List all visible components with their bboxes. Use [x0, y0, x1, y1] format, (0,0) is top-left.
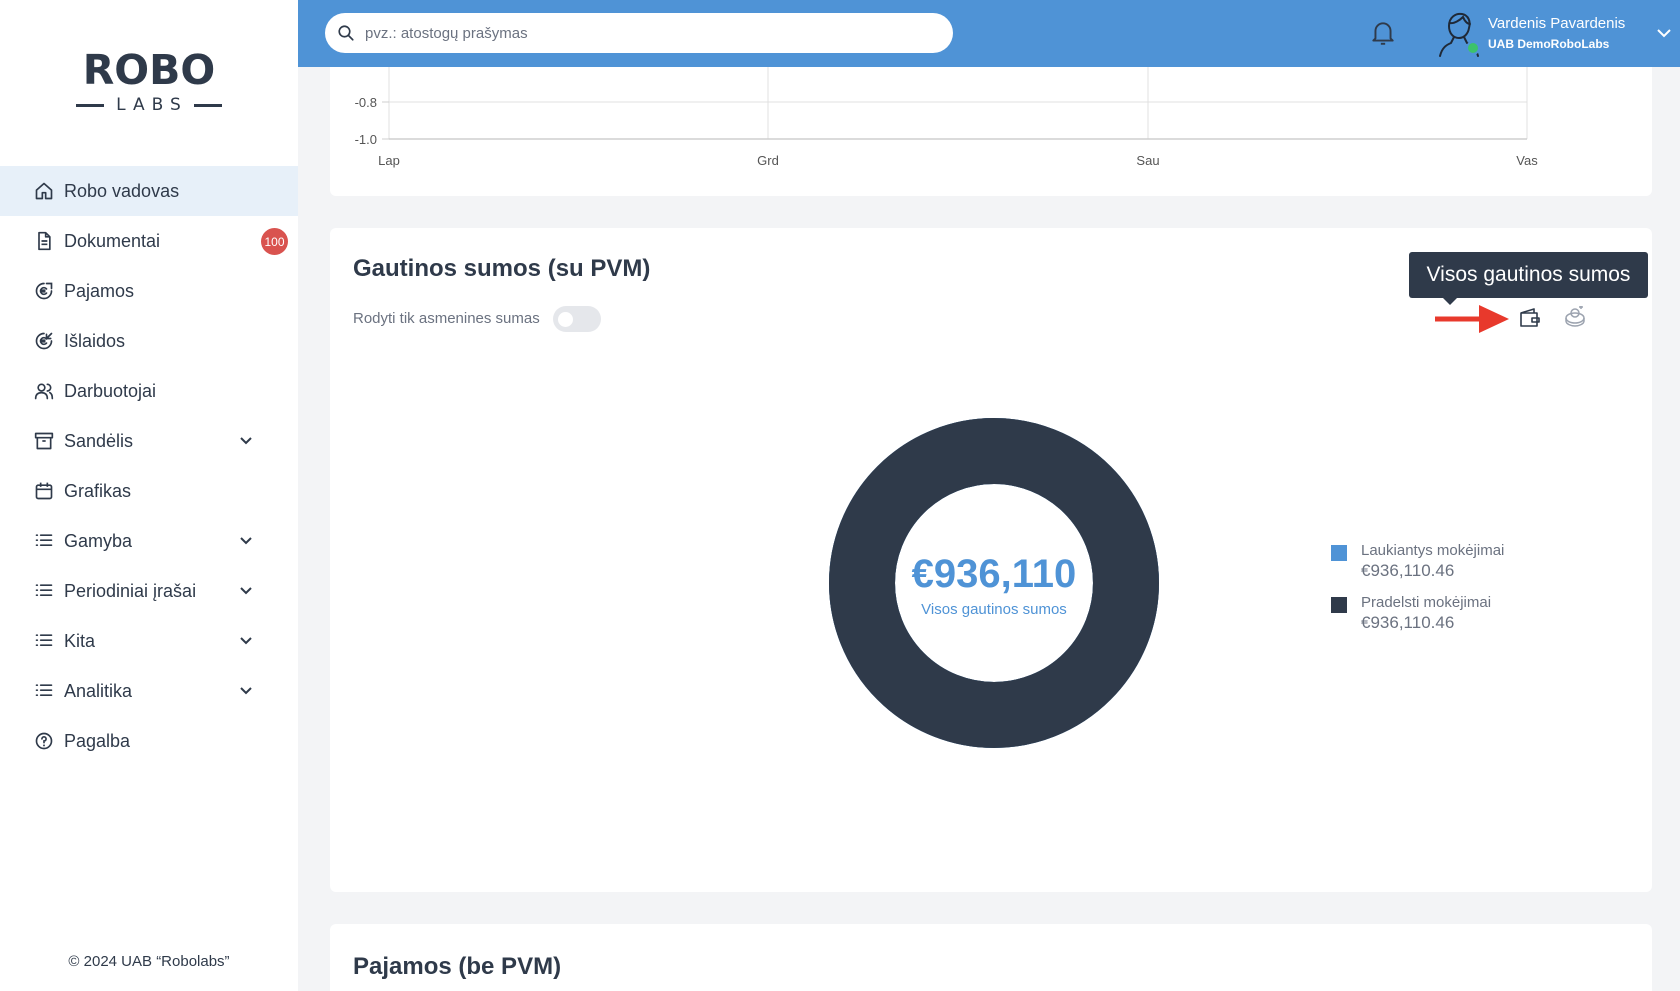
chevron-down-icon[interactable]: [1656, 26, 1672, 40]
chevron-down-icon[interactable]: [238, 433, 254, 449]
y-tick-label: -1.0: [355, 132, 377, 147]
logo-sub-text: LABS: [116, 95, 188, 115]
y-tick-label: -0.8: [355, 95, 377, 110]
list-icon: [34, 531, 54, 551]
sidebar: ROBO LABS Robo vadovas Dokumentai 100 Pa…: [0, 0, 298, 991]
sidebar-item-label: Dokumentai: [64, 230, 161, 251]
sidebar-item-label: Gamyba: [64, 530, 133, 551]
search-box[interactable]: [325, 13, 953, 53]
x-tick-label: Vas: [1516, 153, 1538, 168]
coins-icon[interactable]: [1564, 306, 1586, 328]
chevron-down-icon[interactable]: [238, 683, 254, 699]
sidebar-item-label: Pajamos: [64, 280, 135, 301]
donut-center-value: €936,110: [911, 552, 1077, 596]
wallet-icon[interactable]: [1519, 308, 1541, 328]
sidebar-item-label: Periodiniai įrašai: [64, 580, 197, 601]
logo-line-left: [76, 103, 105, 107]
chevron-down-icon[interactable]: [238, 633, 254, 649]
sidebar-item-label: Robo vadovas: [64, 180, 180, 201]
chevron-down-icon[interactable]: [238, 533, 254, 549]
legend-item-pending[interactable]: Laukiantys mokėjimai €936,110.46: [1331, 541, 1504, 593]
sidebar-item-robo-vadovas[interactable]: Robo vadovas: [0, 166, 298, 216]
sidebar-item-analitika[interactable]: Analitika: [0, 666, 298, 716]
sidebar-item-kita[interactable]: Kita: [0, 616, 298, 666]
documents-count-badge: 100: [261, 228, 288, 255]
sidebar-item-sandelis[interactable]: Sandėlis: [0, 416, 298, 466]
x-tick-label: Sau: [1136, 153, 1159, 168]
home-icon: [34, 181, 54, 201]
tooltip: Visos gautinos sumos: [1409, 252, 1648, 298]
legend-name: Pradelsti mokėjimai: [1361, 594, 1492, 611]
income-card: Pajamos (be PVM): [330, 924, 1652, 991]
sidebar-item-darbuotojai[interactable]: Darbuotojai: [0, 366, 298, 416]
list-icon: [34, 681, 54, 701]
logo-sub: LABS: [76, 94, 222, 116]
sidebar-item-label: Analitika: [64, 680, 133, 701]
x-tick-label: Lap: [378, 153, 400, 168]
sidebar-item-label: Kita: [64, 630, 96, 651]
red-arrow-annotation: [1435, 305, 1509, 333]
received-sums-card: Gautinos sumos (su PVM) Rodyti tik asmen…: [330, 228, 1652, 892]
online-status-dot: [1466, 41, 1480, 55]
card-title: Pajamos (be PVM): [353, 953, 562, 980]
euro-expense-icon: [34, 331, 54, 351]
user-company[interactable]: UAB DemoRoboLabs: [1488, 37, 1609, 51]
donut-center-label: Visos gautinos sumos: [921, 601, 1067, 618]
top-bar: Vardenis Pavardenis UAB DemoRoboLabs: [298, 0, 1680, 67]
personal-sums-toggle[interactable]: [553, 306, 601, 332]
sidebar-item-grafikas[interactable]: Grafikas: [0, 466, 298, 516]
list-icon: [34, 581, 54, 601]
sidebar-item-periodiniai-irasai[interactable]: Periodiniai įrašai: [0, 566, 298, 616]
toggle-knob: [558, 312, 573, 327]
users-icon: [34, 381, 54, 401]
sidebar-item-label: Sandėlis: [64, 430, 134, 451]
sidebar-nav: Robo vadovas Dokumentai 100 Pajamos Išla…: [0, 166, 298, 766]
notifications-bell-icon[interactable]: [1370, 19, 1396, 47]
x-tick-label: Grd: [757, 153, 779, 168]
sidebar-item-label: Darbuotojai: [64, 380, 157, 401]
legend-item-overdue[interactable]: Pradelsti mokėjimai €936,110.46: [1331, 593, 1504, 645]
search-input[interactable]: [365, 24, 925, 42]
search-icon: [338, 25, 354, 41]
previous-chart-card: -0.8 -1.0 Lap Grd Sau Vas: [330, 67, 1652, 196]
legend-swatch-pending: [1331, 545, 1347, 561]
archive-icon: [34, 431, 54, 451]
card-title: Gautinos sumos (su PVM): [353, 255, 651, 282]
list-icon: [34, 631, 54, 651]
previous-chart: -0.8 -1.0 Lap Grd Sau Vas: [355, 67, 1538, 168]
user-name[interactable]: Vardenis Pavardenis: [1488, 15, 1625, 32]
document-icon: [34, 231, 54, 251]
sidebar-item-label: Pagalba: [64, 730, 131, 751]
sidebar-item-islaidos[interactable]: Išlaidos: [0, 316, 298, 366]
robolabs-logo[interactable]: ROBO LABS: [76, 46, 222, 118]
legend-name: Laukiantys mokėjimai: [1361, 542, 1505, 559]
sidebar-item-pagalba[interactable]: Pagalba: [0, 716, 298, 766]
legend-value: €936,110.46: [1361, 561, 1455, 580]
euro-income-icon: [34, 281, 54, 301]
copyright: © 2024 UAB “Robolabs”: [68, 953, 230, 970]
legend-swatch-overdue: [1331, 597, 1347, 613]
logo-word: ROBO: [82, 46, 216, 94]
chart-grid: [388, 67, 1528, 139]
chart-legend: Laukiantys mokėjimai €936,110.46 Pradels…: [1331, 541, 1504, 645]
sidebar-item-dokumentai[interactable]: Dokumentai 100: [0, 216, 298, 266]
calendar-icon: [34, 481, 54, 501]
personal-sums-toggle-label: Rodyti tik asmenines sumas: [353, 310, 540, 327]
legend-value: €936,110.46: [1361, 613, 1455, 632]
sidebar-item-pajamos[interactable]: Pajamos: [0, 266, 298, 316]
sidebar-item-label: Išlaidos: [64, 330, 126, 351]
help-icon: [34, 731, 54, 751]
chevron-down-icon[interactable]: [238, 583, 254, 599]
logo-line-right: [193, 103, 222, 107]
sidebar-item-label: Grafikas: [64, 480, 132, 501]
sidebar-item-gamyba[interactable]: Gamyba: [0, 516, 298, 566]
